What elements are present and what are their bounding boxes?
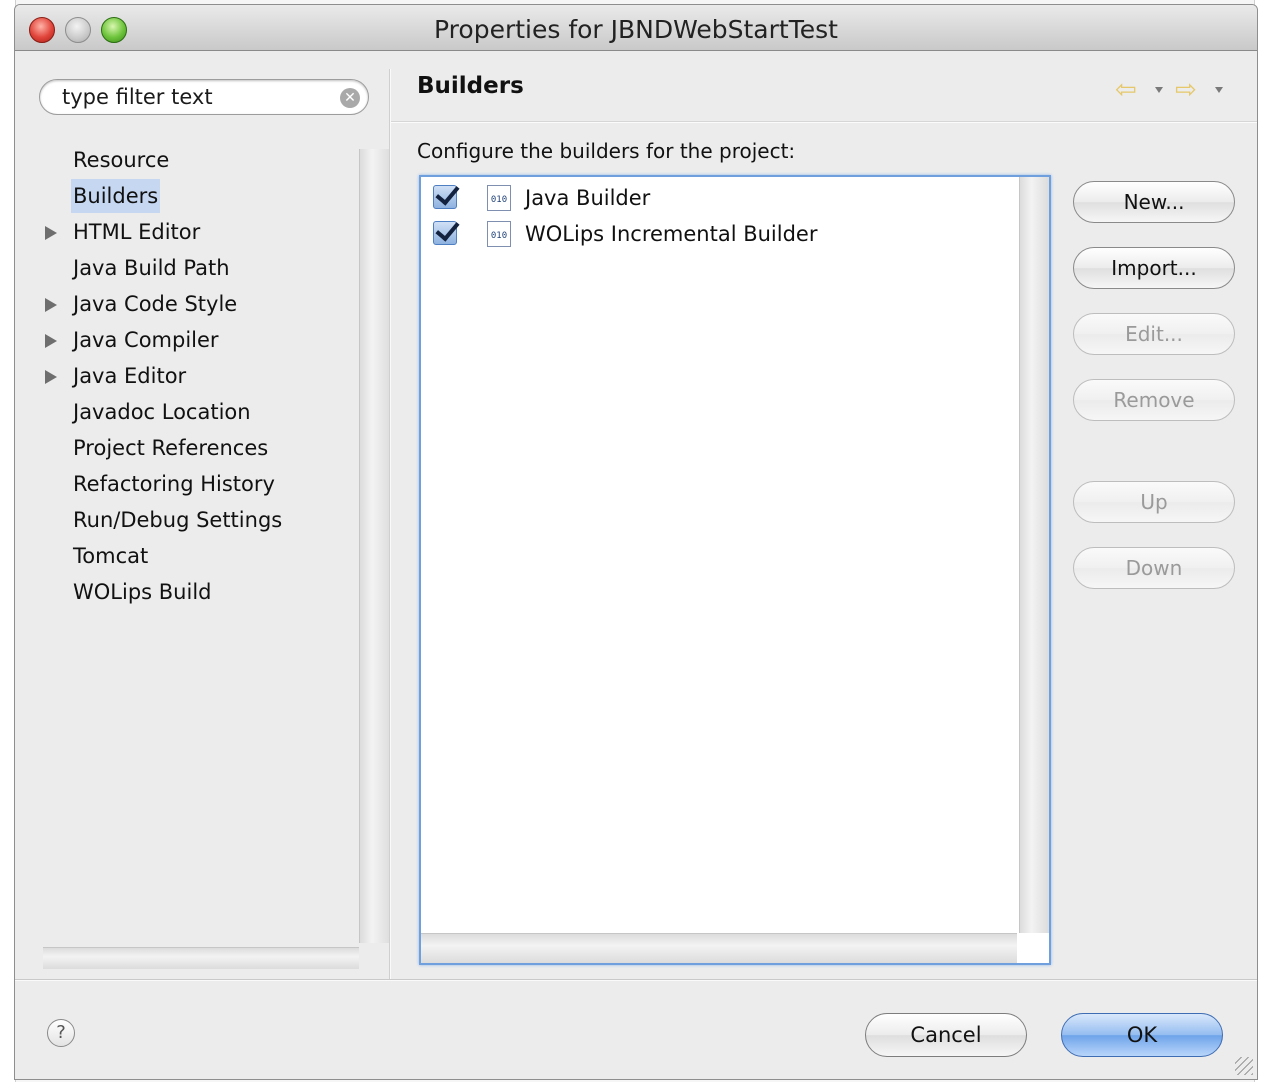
tree-item-label: HTML Editor: [73, 220, 201, 244]
tree-item-label: Java Compiler: [73, 328, 219, 352]
page-title: Builders: [417, 73, 524, 99]
expand-arrow-icon[interactable]: [45, 226, 57, 240]
tree-item[interactable]: Tomcat: [29, 539, 359, 573]
pane-splitter[interactable]: [389, 69, 391, 979]
title-bar: Properties for JBNDWebStartTest: [15, 5, 1257, 51]
expand-arrow-icon[interactable]: [45, 334, 57, 348]
binary-file-icon: 010: [487, 185, 511, 211]
back-arrow-icon[interactable]: ⇦: [1115, 75, 1137, 105]
filter-field[interactable]: ✕: [39, 79, 369, 115]
footer-separator: [15, 979, 1257, 981]
resize-grip-icon[interactable]: [1235, 1057, 1253, 1075]
page-navigation: ⇦ ⇨: [1115, 75, 1235, 105]
tree-item[interactable]: Java Code Style: [29, 287, 359, 321]
builder-name: WOLips Incremental Builder: [525, 222, 818, 246]
tree-item-label: Run/Debug Settings: [73, 508, 283, 532]
config-label: Configure the builders for the project:: [417, 139, 796, 163]
ok-button[interactable]: OK: [1061, 1013, 1223, 1057]
builders-vertical-scrollbar[interactable]: [1019, 177, 1049, 933]
new-button[interactable]: New...: [1073, 181, 1235, 223]
tree-item[interactable]: WOLips Build: [29, 575, 359, 609]
builder-enabled-checkbox[interactable]: [433, 185, 457, 209]
title-separator: [391, 121, 1257, 123]
tree-item-label: Refactoring History: [73, 472, 275, 496]
tree-horizontal-scrollbar[interactable]: [43, 947, 359, 969]
tree-vertical-scrollbar[interactable]: [359, 149, 391, 943]
filter-input[interactable]: [60, 84, 330, 110]
expand-arrow-icon[interactable]: [45, 298, 57, 312]
tree-item-label: Java Build Path: [73, 256, 230, 280]
tree-item-label: Java Editor: [73, 364, 187, 388]
property-page-tree: Resource Builders HTML Editor Java Build Pa…: [29, 143, 391, 969]
tree-item[interactable]: Java Build Path: [29, 251, 359, 285]
up-button[interactable]: Up: [1073, 481, 1235, 523]
properties-dialog: Properties for JBNDWebStartTest ✕ Resour…: [14, 4, 1258, 1080]
tree-item-label: WOLips Build: [73, 580, 212, 604]
cancel-button[interactable]: Cancel: [865, 1013, 1027, 1057]
builder-row[interactable]: 010 Java Builder: [421, 181, 1011, 215]
down-button[interactable]: Down: [1073, 547, 1235, 589]
builder-name: Java Builder: [525, 186, 651, 210]
tree-item-label: Java Code Style: [73, 292, 238, 316]
binary-file-icon: 010: [487, 221, 511, 247]
tree-item[interactable]: Refactoring History: [29, 467, 359, 501]
tree-item[interactable]: Java Editor: [29, 359, 359, 393]
back-history-dropdown-icon[interactable]: [1155, 87, 1163, 93]
import-button[interactable]: Import...: [1073, 247, 1235, 289]
builders-horizontal-scrollbar[interactable]: [421, 933, 1017, 963]
tree-item-label: Javadoc Location: [73, 400, 251, 424]
tree-item-label: Tomcat: [73, 544, 149, 568]
tree-item-label: Resource: [73, 148, 170, 172]
builders-list: 010 Java Builder 010 WOLips Incremental Bui…: [419, 175, 1051, 965]
edit-button[interactable]: Edit...: [1073, 313, 1235, 355]
remove-button[interactable]: Remove: [1073, 379, 1235, 421]
tree-item[interactable]: Javadoc Location: [29, 395, 359, 429]
clear-filter-icon[interactable]: ✕: [340, 88, 360, 108]
forward-arrow-icon[interactable]: ⇨: [1175, 75, 1197, 105]
builder-row[interactable]: 010 WOLips Incremental Builder: [421, 217, 1011, 251]
tree-item[interactable]: Java Compiler: [29, 323, 359, 357]
tree-item[interactable]: Builders: [29, 179, 359, 213]
tree-item[interactable]: HTML Editor: [29, 215, 359, 249]
tree-item[interactable]: Resource: [29, 143, 359, 177]
builder-enabled-checkbox[interactable]: [433, 221, 457, 245]
tree-item-label: Builders: [71, 179, 161, 213]
tree-item[interactable]: Run/Debug Settings: [29, 503, 359, 537]
expand-arrow-icon[interactable]: [45, 370, 57, 384]
forward-history-dropdown-icon[interactable]: [1215, 87, 1223, 93]
window-title: Properties for JBNDWebStartTest: [434, 15, 838, 44]
tree-item-label: Project References: [73, 436, 269, 460]
tree-item[interactable]: Project References: [29, 431, 359, 465]
help-icon[interactable]: ?: [47, 1019, 75, 1047]
